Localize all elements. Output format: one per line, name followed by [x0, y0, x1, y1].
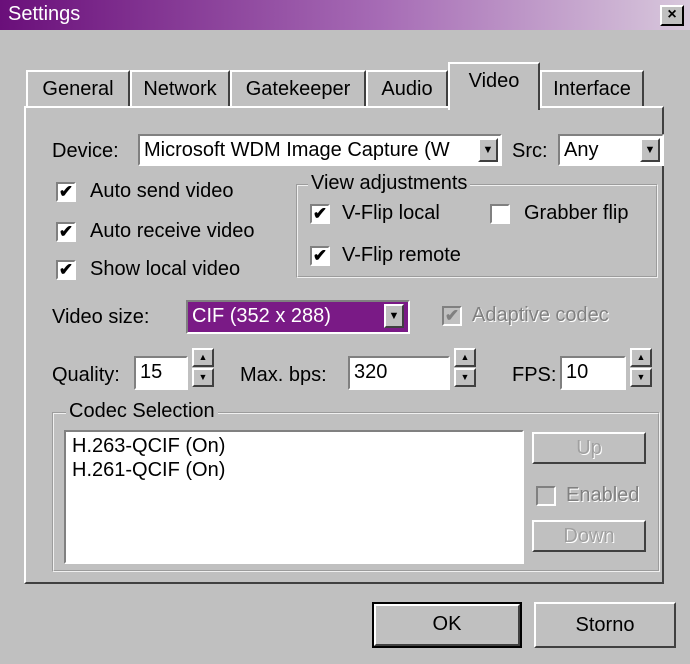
tab-interface[interactable]: Interface — [540, 70, 644, 108]
device-value: Microsoft WDM Image Capture (W — [144, 139, 450, 161]
arrow-up-icon: ▲ — [636, 352, 646, 362]
src-dropdown-button[interactable]: ▼ — [640, 138, 660, 162]
vflip-remote-label[interactable]: V-Flip remote — [342, 244, 461, 267]
arrow-up-icon: ▲ — [460, 352, 470, 362]
check-icon: ✔ — [444, 306, 460, 325]
codec-enabled-checkbox[interactable] — [536, 486, 556, 506]
codec-list[interactable]: H.263-QCIF (On) H.261-QCIF (On) — [64, 430, 524, 564]
max-bps-label: Max. bps: — [240, 364, 327, 386]
vflip-remote-checkbox[interactable]: ✔ — [310, 246, 330, 266]
adaptive-codec-label[interactable]: Adaptive codec — [472, 304, 609, 327]
codec-down-button[interactable]: Down — [532, 520, 646, 552]
vflip-local-checkbox[interactable]: ✔ — [310, 204, 330, 224]
check-icon: ✔ — [312, 204, 328, 223]
fps-spin-down[interactable]: ▼ — [630, 368, 652, 387]
show-local-video-label[interactable]: Show local video — [90, 258, 240, 281]
auto-send-video-label[interactable]: Auto send video — [90, 180, 233, 203]
list-item[interactable]: H.261-QCIF (On) — [72, 458, 516, 482]
tab-label: Interface — [553, 78, 631, 100]
window-title: Settings — [8, 3, 81, 25]
fps-input[interactable]: 10 — [560, 356, 626, 390]
arrow-down-icon: ▼ — [460, 372, 470, 382]
show-local-video-checkbox[interactable]: ✔ — [56, 260, 76, 280]
list-item[interactable]: H.263-QCIF (On) — [72, 434, 516, 458]
src-value: Any — [564, 139, 599, 161]
max-bps-input[interactable]: 320 — [348, 356, 450, 390]
tab-label: Video — [468, 70, 520, 92]
fps-value: 10 — [566, 361, 589, 383]
quality-input[interactable]: 15 — [134, 356, 188, 390]
device-dropdown-button[interactable]: ▼ — [478, 138, 498, 162]
fps-spin-up[interactable]: ▲ — [630, 348, 652, 367]
video-size-dropdown-button[interactable]: ▼ — [384, 304, 404, 328]
arrow-down-icon: ▼ — [198, 372, 208, 382]
check-icon: ✔ — [58, 260, 74, 279]
view-adjustments-legend: View adjustments — [308, 172, 471, 195]
storno-button[interactable]: Storno — [534, 602, 676, 648]
grabber-flip-label[interactable]: Grabber flip — [524, 202, 629, 225]
quality-spin-up[interactable]: ▲ — [192, 348, 214, 367]
grabber-flip-checkbox[interactable] — [490, 204, 510, 224]
tab-audio[interactable]: Audio — [366, 70, 448, 108]
check-icon: ✔ — [312, 246, 328, 265]
check-icon: ✔ — [58, 182, 74, 201]
tab-label: Network — [143, 78, 217, 100]
max-bps-value: 320 — [354, 361, 388, 383]
auto-send-video-checkbox[interactable]: ✔ — [56, 182, 76, 202]
fps-label: FPS: — [512, 364, 557, 386]
device-label: Device: — [52, 140, 119, 162]
ok-button[interactable]: OK — [372, 602, 522, 648]
title-bar[interactable] — [0, 0, 690, 30]
arrow-down-icon: ▼ — [636, 372, 646, 382]
tab-network[interactable]: Network — [130, 70, 230, 108]
video-size-select[interactable]: CIF (352 x 288) — [186, 300, 410, 334]
tab-label: Audio — [381, 78, 433, 100]
close-button[interactable]: × — [660, 5, 684, 26]
video-size-value: CIF (352 x 288) — [192, 305, 331, 327]
close-icon: × — [667, 6, 677, 23]
codec-selection-legend: Codec Selection — [66, 400, 218, 423]
max-bps-spin-down[interactable]: ▼ — [454, 368, 476, 387]
auto-receive-video-checkbox[interactable]: ✔ — [56, 222, 76, 242]
chevron-down-icon: ▼ — [388, 310, 400, 322]
adaptive-codec-checkbox[interactable]: ✔ — [442, 306, 462, 326]
max-bps-spin-up[interactable]: ▲ — [454, 348, 476, 367]
auto-receive-video-label[interactable]: Auto receive video — [90, 220, 255, 243]
tab-gatekeeper[interactable]: Gatekeeper — [230, 70, 366, 108]
quality-label: Quality: — [52, 364, 120, 386]
codec-up-button[interactable]: Up — [532, 432, 646, 464]
tab-label: Gatekeeper — [245, 78, 351, 100]
tab-general[interactable]: General — [26, 70, 130, 108]
video-size-label: Video size: — [52, 306, 150, 328]
chevron-down-icon: ▼ — [482, 144, 494, 156]
quality-spin-down[interactable]: ▼ — [192, 368, 214, 387]
device-select[interactable]: Microsoft WDM Image Capture (W — [138, 134, 502, 166]
codec-enabled-label[interactable]: Enabled — [566, 484, 639, 507]
src-label: Src: — [512, 140, 548, 162]
vflip-local-label[interactable]: V-Flip local — [342, 202, 440, 225]
arrow-up-icon: ▲ — [198, 352, 208, 362]
quality-value: 15 — [140, 361, 163, 383]
chevron-down-icon: ▼ — [644, 144, 656, 156]
tab-video[interactable]: Video — [448, 62, 540, 110]
check-icon: ✔ — [58, 222, 74, 241]
tab-label: General — [42, 78, 114, 100]
